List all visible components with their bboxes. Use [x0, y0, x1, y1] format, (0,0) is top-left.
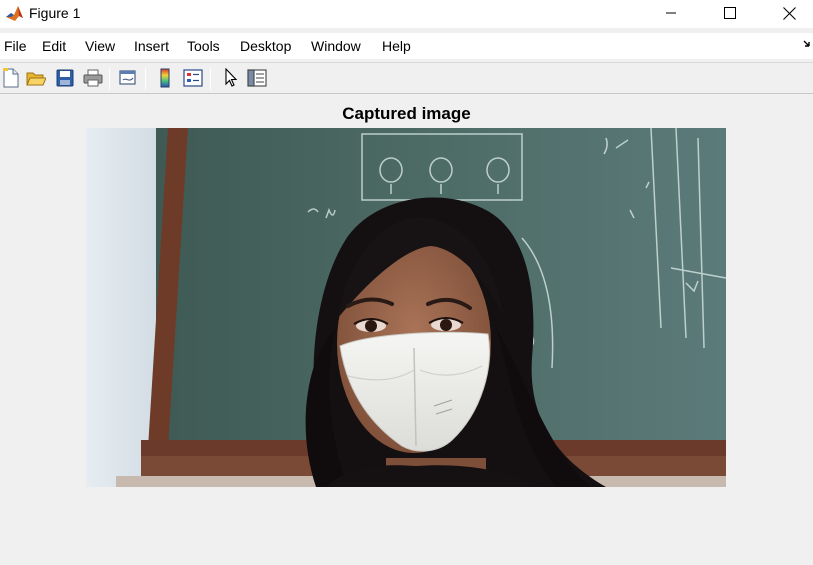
edit-plot-pointer-icon	[225, 68, 238, 87]
menu-tools[interactable]: Tools	[187, 38, 220, 54]
new-figure-icon	[3, 68, 19, 88]
open-file-icon	[26, 72, 46, 86]
minimize-button[interactable]	[642, 0, 700, 26]
toolbar-separator	[145, 68, 146, 90]
window-title: Figure 1	[29, 5, 81, 21]
axes-title: Captured image	[342, 104, 471, 123]
menu-insert[interactable]: Insert	[134, 38, 169, 54]
open-file-button[interactable]	[25, 67, 47, 89]
toolbar-separator	[109, 68, 110, 90]
matlab-logo-icon	[5, 4, 24, 23]
property-inspector-button[interactable]	[246, 67, 268, 89]
menu-view[interactable]: View	[85, 38, 115, 54]
menu-bar: File Edit View Insert Tools Desktop Wind…	[0, 33, 813, 59]
captured-image[interactable]	[86, 128, 726, 487]
window-title-bar[interactable]: Figure 1	[0, 0, 813, 28]
menu-edit[interactable]: Edit	[42, 38, 66, 54]
print-button[interactable]	[82, 67, 104, 89]
menu-file[interactable]: File	[4, 38, 27, 54]
new-figure-button[interactable]	[0, 67, 22, 89]
figure-canvas: Captured image	[0, 95, 813, 565]
close-button[interactable]	[760, 0, 813, 26]
insert-legend-icon	[183, 69, 203, 87]
property-inspector-icon	[247, 69, 267, 87]
save-button[interactable]	[54, 67, 76, 89]
print-icon	[83, 69, 103, 87]
insert-colorbar-button[interactable]	[154, 67, 176, 89]
maximize-button[interactable]	[701, 0, 759, 26]
minimize-icon	[666, 12, 676, 14]
close-icon	[782, 6, 796, 20]
menu-desktop[interactable]: Desktop	[240, 38, 291, 54]
edit-plot-button[interactable]	[220, 67, 242, 89]
insert-legend-button[interactable]	[182, 67, 204, 89]
link-plot-button[interactable]	[117, 67, 139, 89]
save-icon	[56, 69, 74, 87]
webcam-photo	[86, 128, 726, 487]
menu-window[interactable]: Window	[311, 38, 361, 54]
dock-figure-icon[interactable]	[803, 39, 813, 51]
toolbar-separator	[210, 68, 211, 90]
figure-toolbar	[0, 62, 813, 94]
insert-colorbar-icon	[160, 68, 170, 88]
menu-help[interactable]: Help	[382, 38, 411, 54]
link-plot-icon	[119, 70, 136, 85]
maximize-icon	[724, 7, 736, 19]
